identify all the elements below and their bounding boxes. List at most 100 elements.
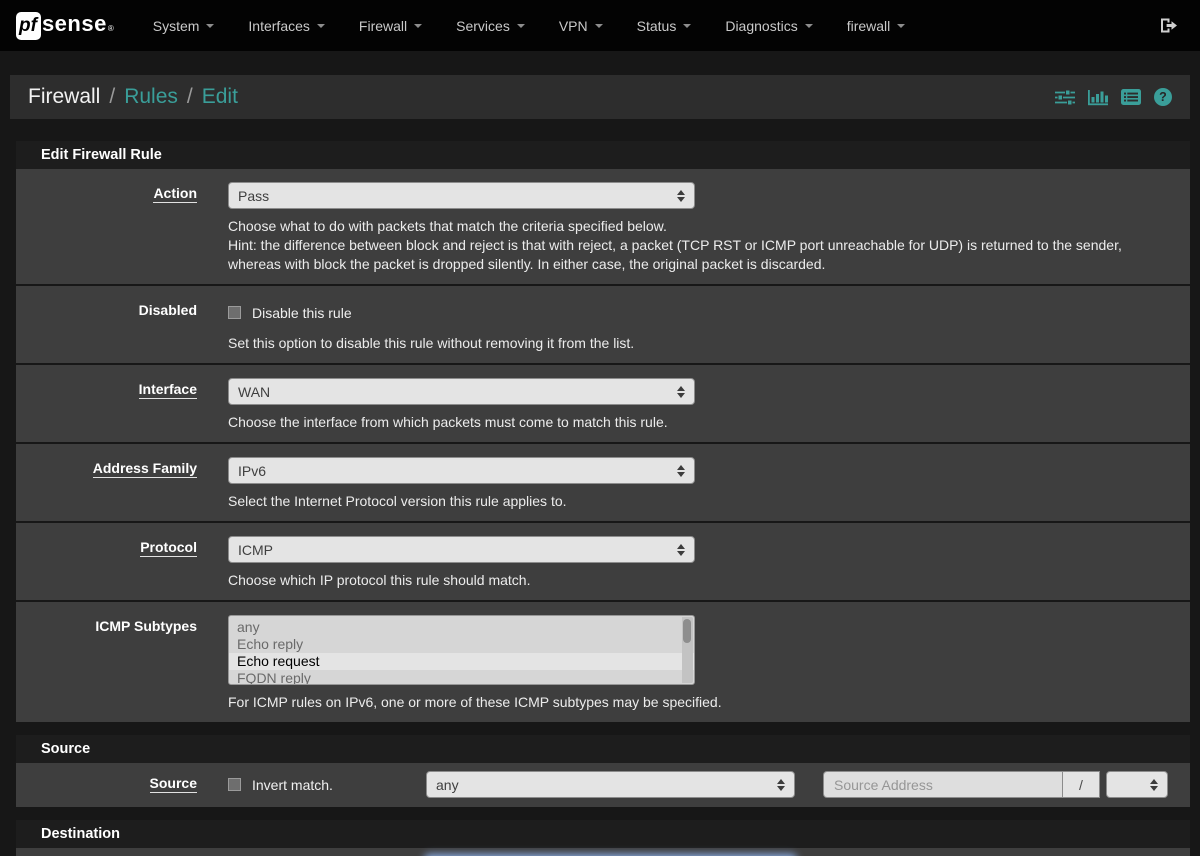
disabled-help: Set this option to disable this rule wit… bbox=[228, 334, 1168, 353]
help-button[interactable]: ? bbox=[1154, 88, 1172, 106]
nav-menu-label: System bbox=[153, 18, 200, 34]
listbox-scrollbar-thumb[interactable] bbox=[683, 619, 691, 643]
nav-menu-label: firewall bbox=[847, 18, 891, 34]
logout-button[interactable] bbox=[1153, 17, 1184, 34]
select-arrows-icon bbox=[677, 465, 685, 477]
nav-menu-hostname[interactable]: firewall bbox=[830, 0, 923, 51]
icmp-subtypes-help: For ICMP rules on IPv6, one or more of t… bbox=[228, 693, 1168, 712]
action-control-cell: Pass Choose what to do with packets that… bbox=[228, 169, 1190, 284]
sliders-button[interactable] bbox=[1055, 89, 1075, 106]
destination-panel-title: Destination bbox=[16, 820, 1190, 848]
disable-rule-checkbox-label[interactable]: Disable this rule bbox=[252, 305, 352, 321]
source-control-cell: Invert match. any / bbox=[228, 763, 1190, 807]
breadcrumb-bar: Firewall / Rules / Edit bbox=[10, 75, 1190, 119]
icmp-subtype-option-fqdn-reply[interactable]: FQDN reply bbox=[229, 670, 694, 685]
status-graph-button[interactable] bbox=[1088, 89, 1108, 106]
disable-rule-checkbox[interactable] bbox=[228, 306, 241, 319]
icmp-subtype-option-any[interactable]: any bbox=[229, 619, 694, 636]
destination-control-cell: Invert match. WAN address / bbox=[228, 848, 1190, 856]
nav-menu-firewall[interactable]: Firewall bbox=[342, 0, 439, 51]
nav-menu-status[interactable]: Status bbox=[620, 0, 709, 51]
nav-menu-label: Services bbox=[456, 18, 510, 34]
icmp-subtypes-control-cell: any Echo reply Echo request FQDN reply F… bbox=[228, 602, 1190, 722]
nav-menu-system[interactable]: System bbox=[136, 0, 232, 51]
address-family-label-cell: Address Family bbox=[16, 444, 228, 521]
nav-menu-label: Firewall bbox=[359, 18, 407, 34]
disable-rule-option: Disable this rule bbox=[228, 299, 1168, 326]
action-select[interactable]: Pass bbox=[228, 182, 695, 209]
destination-panel: Destination Destination Invert match. WA… bbox=[16, 820, 1190, 856]
disabled-label-cell: Disabled bbox=[16, 286, 228, 363]
protocol-label[interactable]: Protocol bbox=[140, 539, 197, 557]
address-family-row: Address Family IPv6 Select the Internet … bbox=[16, 444, 1190, 523]
nav-menu-vpn[interactable]: VPN bbox=[542, 0, 620, 51]
destination-row: Destination Invert match. WAN address / bbox=[16, 848, 1190, 856]
interface-label-cell: Interface bbox=[16, 365, 228, 442]
nav-menu-diagnostics[interactable]: Diagnostics bbox=[708, 0, 829, 51]
protocol-control-cell: ICMP Choose which IP protocol this rule … bbox=[228, 523, 1190, 600]
interface-row: Interface WAN Choose the interface from … bbox=[16, 365, 1190, 444]
icmp-subtype-option-echo-request[interactable]: Echo request bbox=[229, 653, 694, 670]
pfsense-logo-pf: pf bbox=[16, 12, 41, 40]
protocol-select-value: ICMP bbox=[238, 542, 273, 558]
select-arrows-icon bbox=[677, 386, 685, 398]
select-arrows-icon bbox=[677, 190, 685, 202]
source-type-value: any bbox=[436, 777, 459, 793]
caret-down-icon bbox=[317, 24, 325, 28]
svg-text:?: ? bbox=[1159, 90, 1167, 104]
breadcrumb-link-rules[interactable]: Rules bbox=[124, 85, 178, 109]
source-type-select[interactable]: any bbox=[426, 771, 795, 798]
caret-down-icon bbox=[683, 24, 691, 28]
destination-label-cell: Destination bbox=[16, 848, 228, 856]
icmp-subtypes-listbox[interactable]: any Echo reply Echo request FQDN reply bbox=[228, 615, 695, 685]
icmp-subtypes-label-cell: ICMP Subtypes bbox=[16, 602, 228, 722]
breadcrumb-link-edit[interactable]: Edit bbox=[202, 85, 238, 109]
source-label[interactable]: Source bbox=[150, 775, 197, 793]
icmp-subtype-option-echo-reply[interactable]: Echo reply bbox=[229, 636, 694, 653]
disabled-row: Disabled Disable this rule Set this opti… bbox=[16, 286, 1190, 365]
disabled-control-cell: Disable this rule Set this option to dis… bbox=[228, 286, 1190, 363]
action-label-cell: Action bbox=[16, 169, 228, 284]
source-panel: Source Source Invert match. any / bbox=[16, 735, 1190, 807]
panel-title: Edit Firewall Rule bbox=[16, 141, 1190, 169]
top-navbar: pfsense® System Interfaces Firewall Serv… bbox=[0, 0, 1200, 51]
registered-mark: ® bbox=[108, 24, 114, 33]
nav-menu-interfaces[interactable]: Interfaces bbox=[231, 0, 341, 51]
action-label[interactable]: Action bbox=[153, 185, 197, 203]
interface-select[interactable]: WAN bbox=[228, 378, 695, 405]
bar-chart-icon bbox=[1088, 89, 1108, 106]
select-arrows-icon bbox=[677, 544, 685, 556]
action-row: Action Pass Choose what to do with packe… bbox=[16, 169, 1190, 286]
source-invert-label[interactable]: Invert match. bbox=[252, 777, 333, 793]
interface-label[interactable]: Interface bbox=[139, 381, 197, 399]
address-family-label[interactable]: Address Family bbox=[93, 460, 197, 478]
action-help-line2: Hint: the difference between block and r… bbox=[228, 236, 1168, 274]
breadcrumb-root: Firewall bbox=[28, 85, 100, 109]
log-view-button[interactable] bbox=[1121, 89, 1141, 105]
source-row: Source Invert match. any / bbox=[16, 763, 1190, 807]
disabled-label: Disabled bbox=[139, 302, 197, 318]
interface-help: Choose the interface from which packets … bbox=[228, 413, 1168, 432]
icmp-subtypes-label: ICMP Subtypes bbox=[95, 618, 197, 634]
caret-down-icon bbox=[805, 24, 813, 28]
caret-down-icon bbox=[517, 24, 525, 28]
pfsense-logo-sense: sense bbox=[42, 11, 107, 37]
nav-menu-label: VPN bbox=[559, 18, 588, 34]
breadcrumb: Firewall / Rules / Edit bbox=[28, 85, 238, 109]
pfsense-logo[interactable]: pfsense® bbox=[16, 11, 114, 40]
address-family-select[interactable]: IPv6 bbox=[228, 457, 695, 484]
source-mask-select[interactable] bbox=[1106, 771, 1168, 798]
breadcrumb-separator: / bbox=[187, 85, 193, 109]
source-invert-checkbox[interactable] bbox=[228, 778, 241, 791]
caret-down-icon bbox=[206, 24, 214, 28]
address-family-help: Select the Internet Protocol version thi… bbox=[228, 492, 1168, 511]
caret-down-icon bbox=[414, 24, 422, 28]
list-icon bbox=[1121, 89, 1141, 105]
breadcrumb-separator: / bbox=[109, 85, 115, 109]
nav-menu-services[interactable]: Services bbox=[439, 0, 542, 51]
listbox-scrollbar[interactable] bbox=[682, 617, 693, 683]
source-address-group: / bbox=[823, 771, 1168, 798]
protocol-select[interactable]: ICMP bbox=[228, 536, 695, 563]
source-address-input[interactable] bbox=[823, 771, 1062, 798]
source-mask-separator: / bbox=[1062, 771, 1100, 798]
